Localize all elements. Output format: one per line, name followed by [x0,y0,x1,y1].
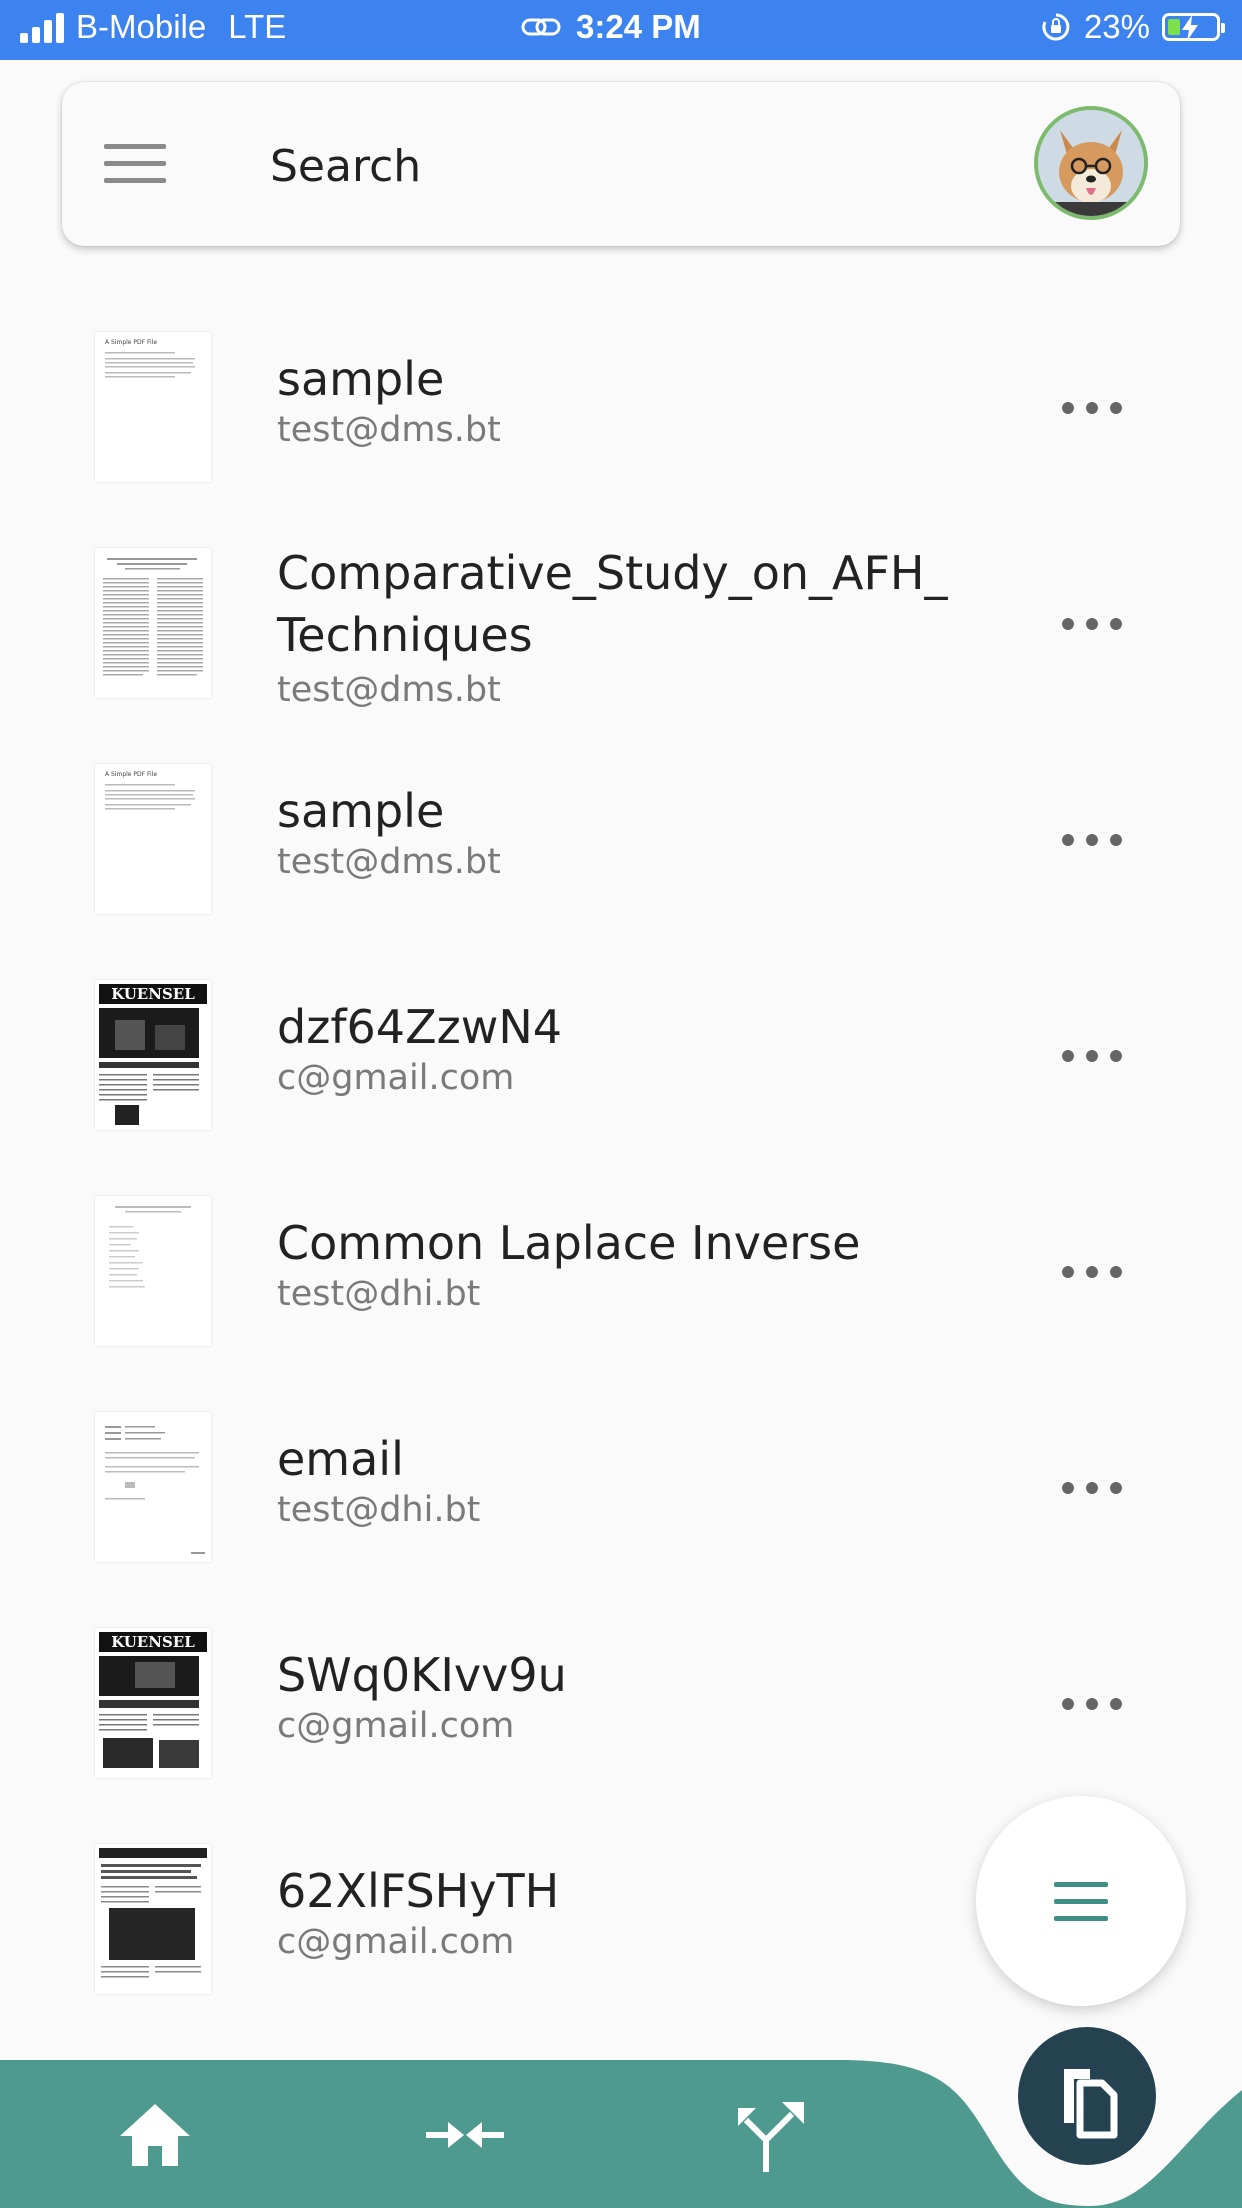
more-options-button[interactable] [1062,820,1122,860]
list-item[interactable]: KUENSEL dzf64ZzwN4 c@gmail.com [0,966,1242,1182]
more-options-button[interactable] [1062,1252,1122,1292]
split-icon [738,2102,804,2172]
signal-strength-icon [20,11,64,43]
hamburger-icon[interactable] [104,144,166,184]
home-icon [120,2104,190,2166]
document-thumbnail[interactable]: A Simple PDF File [95,764,211,914]
document-owner: test@dms.bt [277,670,501,710]
document-thumbnail[interactable] [95,548,211,698]
document-owner: c@gmail.com [277,1922,515,1962]
document-thumbnail[interactable]: KUENSEL [95,1628,211,1778]
document-owner: test@dhi.bt [277,1490,481,1530]
more-options-button[interactable] [1062,1468,1122,1508]
status-center: 3:24 PM [520,8,701,46]
thumbnail-heading: A Simple PDF File [105,339,157,346]
search-input[interactable] [268,132,972,200]
split-button[interactable] [730,2090,820,2180]
link-icon [521,18,561,36]
document-title: sample [277,784,445,838]
document-title: sample [277,352,445,406]
home-button[interactable] [110,2090,200,2180]
menu-fab-button[interactable] [976,1796,1186,2006]
menu-icon [1054,1882,1108,1922]
document-thumbnail[interactable] [95,1412,211,1562]
merge-icon [426,2122,504,2148]
network-type: LTE [228,8,287,45]
document-title: Comparative_Study_on_AFH_ [277,546,948,600]
document-owner: test@dms.bt [277,842,501,882]
merge-button[interactable] [420,2090,510,2180]
document-title: SWq0KIvv9u [277,1648,567,1702]
documents-button[interactable] [1018,2027,1156,2165]
battery-percent: 23% [1083,8,1150,45]
document-thumbnail[interactable] [95,1196,211,1346]
battery-icon [1162,13,1225,41]
document-thumbnail[interactable]: A Simple PDF File [95,332,211,482]
list-item[interactable]: A Simple PDF File sample test@dms.bt [0,750,1242,966]
more-options-button[interactable] [1062,604,1122,644]
list-item[interactable]: KUENSEL SWq0KIvv9u c@gmail.com [0,1614,1242,1830]
list-item[interactable]: Common Laplace Inverse test@dhi.bt [0,1182,1242,1398]
document-owner: c@gmail.com [277,1706,515,1746]
document-thumbnail[interactable]: KUENSEL [95,980,211,1130]
clock: 3:24 PM [576,8,701,45]
thumbnail-masthead: KUENSEL [111,985,195,1003]
charging-bolt-icon [1182,15,1198,41]
status-left: B-Mobile LTE [20,8,286,46]
status-bar: B-Mobile LTE 3:24 PM 23% [0,0,1242,60]
more-options-button[interactable] [1062,1684,1122,1724]
avatar[interactable] [1034,106,1148,220]
document-title: 62XlFSHyTH [277,1864,560,1918]
rotation-lock-icon [1042,13,1070,41]
list-item[interactable]: A Simple PDF File sample test@dms.bt [0,318,1242,534]
document-owner: c@gmail.com [277,1058,515,1098]
list-item[interactable]: email test@dhi.bt [0,1398,1242,1614]
status-right: 23% [1040,8,1225,46]
carrier-name: B-Mobile [76,8,207,45]
more-options-button[interactable] [1062,388,1122,428]
document-title: dzf64ZzwN4 [277,1000,563,1054]
documents-icon [1064,2069,1118,2139]
document-title: Common Laplace Inverse [277,1216,861,1270]
document-title-line2: Techniques [277,608,533,662]
document-title: email [277,1432,404,1486]
dog-avatar-image [1038,110,1144,216]
document-owner: test@dhi.bt [277,1274,481,1314]
search-bar [62,82,1180,246]
thumbnail-heading: A Simple PDF File [105,771,157,778]
more-options-button[interactable] [1062,1036,1122,1076]
list-item[interactable]: Comparative_Study_on_AFH_ Techniques tes… [0,534,1242,750]
document-owner: test@dms.bt [277,410,501,450]
document-thumbnail[interactable] [95,1844,211,1994]
thumbnail-masthead: KUENSEL [111,1633,195,1651]
